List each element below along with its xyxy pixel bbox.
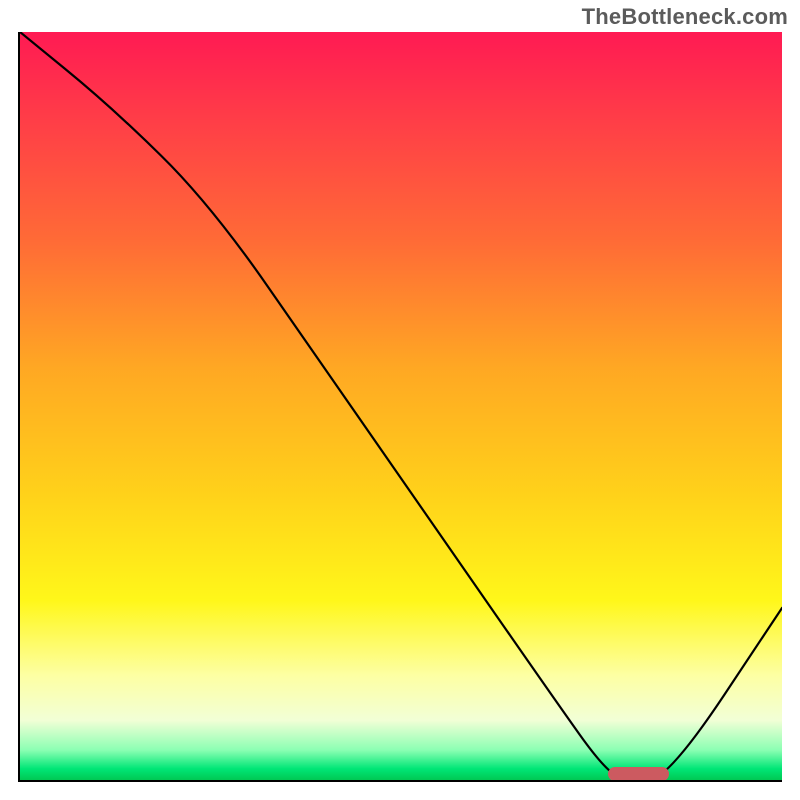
chart-container: TheBottleneck.com <box>0 0 800 800</box>
watermark-text: TheBottleneck.com <box>582 4 788 30</box>
sweet-spot-marker <box>608 767 669 780</box>
plot-area <box>20 32 782 780</box>
bottleneck-curve <box>20 32 782 780</box>
plot-axes <box>18 32 782 782</box>
